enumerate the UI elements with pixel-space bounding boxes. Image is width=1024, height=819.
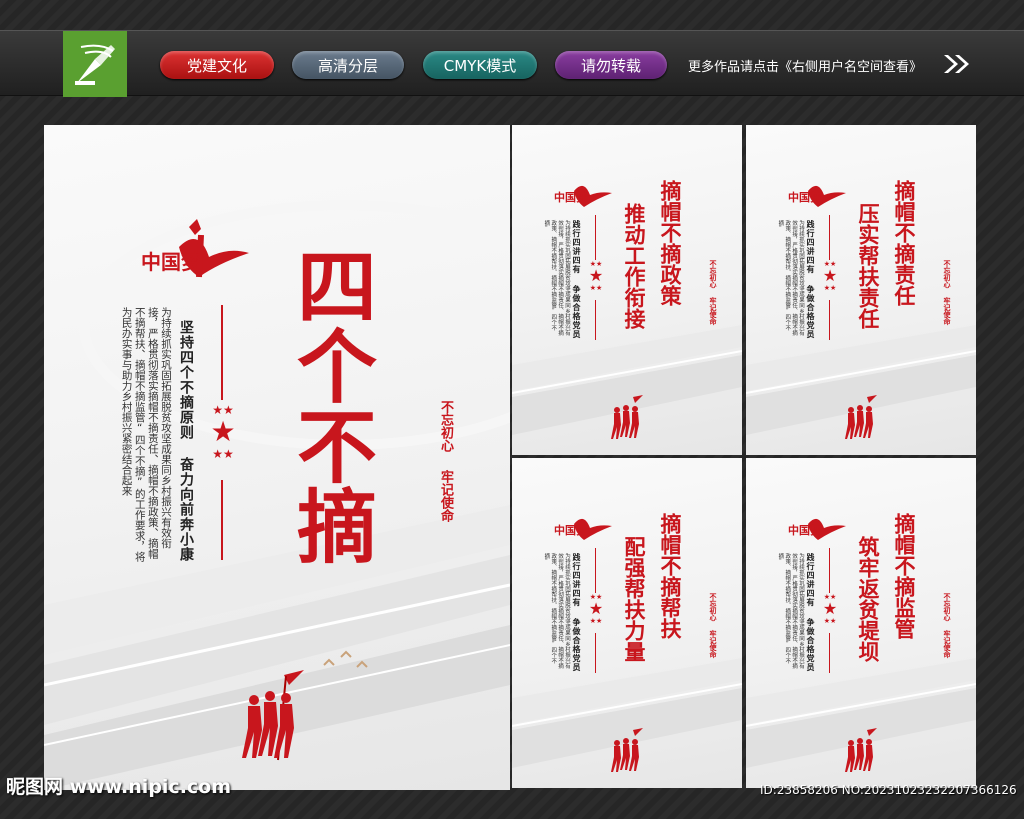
poster-slogan: 不忘初心 牢记使命 xyxy=(943,260,952,325)
marching-figures-illustration xyxy=(611,728,643,772)
china-dream-logo: 中国梦 xyxy=(554,185,612,207)
watermark-site: 昵图网 www.nipic.com xyxy=(6,776,232,798)
star-decoration: ★★ ★ ★★ xyxy=(822,260,838,292)
main-poster: 中国梦 坚持四个不摘原则 奋力向前奔小康 ★★ ★ ★★ 为持续抓实巩固拓展脱贫… xyxy=(44,125,510,790)
poster-title-right: 摘帽不摘帮扶 xyxy=(658,513,683,639)
poster-body-text: 为持续抓实巩固拓展脱贫攻坚成果同乡村振兴有效衔接，严格贯彻落实摘帽不摘责任、摘帽… xyxy=(777,553,804,669)
star-decoration: ★★ ★ ★★ xyxy=(588,593,604,625)
poster-subtitle: 践行四讲四有 争做合格党员 xyxy=(572,553,582,672)
tag-no-repost[interactable]: 请勿转载 xyxy=(555,51,667,79)
more-works-link[interactable]: 更多作品请点击《右侧用户名空间查看》 xyxy=(688,56,922,75)
poster-body-text: 为持续抓实巩固拓展脱贫攻坚成果同乡村振兴有效衔接，严格贯彻落实摘帽不摘责任、摘帽… xyxy=(543,220,570,336)
divider-line-bottom xyxy=(221,480,223,560)
divider-line xyxy=(829,300,830,340)
main-title: 四个不摘 xyxy=(284,245,378,565)
star-decoration: ★★ ★ ★★ xyxy=(208,403,238,461)
divider-line xyxy=(595,548,596,593)
star-decoration: ★★ ★ ★★ xyxy=(822,593,838,625)
star-decoration: ★★ ★ ★★ xyxy=(588,260,604,292)
tag-cmyk-mode[interactable]: CMYK模式 xyxy=(423,51,537,79)
svg-text:中国梦: 中国梦 xyxy=(788,190,822,204)
poster-title-left: 压实帮扶责任 xyxy=(856,203,881,329)
slogan-keep-mission: 牢记使命 xyxy=(438,470,453,522)
marching-figures-illustration xyxy=(611,395,643,439)
poster-title-left: 推动工作衔接 xyxy=(622,203,647,329)
svg-text:中国梦: 中国梦 xyxy=(554,190,588,204)
divider-line xyxy=(595,300,596,340)
pen-logo-icon xyxy=(63,31,127,97)
big-star-icon: ★ xyxy=(210,415,236,448)
poster-subtitle: 践行四讲四有 争做合格党员 xyxy=(572,220,582,339)
poster-title-left: 筑牢返贫堤坝 xyxy=(856,536,881,662)
divider-line xyxy=(829,548,830,593)
marching-figures-illustration xyxy=(845,728,877,772)
poster-subtitle: 践行四讲四有 争做合格党员 xyxy=(806,220,816,339)
poster-subtitle: 践行四讲四有 争做合格党员 xyxy=(806,553,816,672)
poster-slogan: 不忘初心 牢记使命 xyxy=(709,260,718,325)
china-dream-logo: 中国梦 xyxy=(788,185,846,207)
svg-text:中国梦: 中国梦 xyxy=(788,523,822,537)
divider-line xyxy=(595,215,596,260)
birds-illustration xyxy=(323,650,368,668)
poster-title-right: 摘帽不摘监管 xyxy=(892,513,917,639)
small-poster-2: 中国梦 ★★ ★ ★★ 践行四讲四有 争做合格党员 为持续抓实巩固拓展脱贫攻坚成果同… xyxy=(746,125,976,455)
small-poster-3: 中国梦 ★★ ★ ★★ 践行四讲四有 争做合格党员 为持续抓实巩固拓展脱贫攻坚成果同… xyxy=(512,458,742,788)
small-star-icon: ★★ xyxy=(212,447,234,461)
logo-text: 中国梦 xyxy=(141,250,202,274)
marching-figures-illustration xyxy=(845,395,877,439)
small-poster-1: 中国梦 ★★ ★ ★★ 践行四讲四有 争做合格党员 为持续抓实巩固拓展脱贫攻坚成果同… xyxy=(512,125,742,455)
china-dream-logo: 中国梦 xyxy=(141,219,249,278)
divider-line-top xyxy=(221,305,223,400)
poster-body-text: 为持续抓实巩固拓展脱贫攻坚成果同乡村振兴有效衔接，严格贯彻落实摘帽不摘责任、摘帽… xyxy=(777,220,804,336)
watermark-id: ID:23858206 NO:20231023232207366126 xyxy=(760,783,1017,797)
poster-slogan: 不忘初心 牢记使命 xyxy=(709,593,718,658)
divider-line xyxy=(595,633,596,673)
main-body-text: 为持续抓实巩固拓展脱贫攻坚成果同乡村振兴有效衔接，严格贯彻落实摘帽不摘责任、摘帽… xyxy=(120,307,172,562)
svg-text:中国梦: 中国梦 xyxy=(554,523,588,537)
poster-title-right: 摘帽不摘责任 xyxy=(892,180,917,306)
tag-hd-layers[interactable]: 高清分层 xyxy=(292,51,404,79)
poster-slogan: 不忘初心 牢记使命 xyxy=(943,593,952,658)
divider-line xyxy=(829,633,830,673)
poster-body-text: 为持续抓实巩固拓展脱贫攻坚成果同乡村振兴有效衔接，严格贯彻落实摘帽不摘责任、摘帽… xyxy=(543,553,570,669)
tag-party-culture[interactable]: 党建文化 xyxy=(160,51,274,79)
poster-title-right: 摘帽不摘政策 xyxy=(658,180,683,306)
china-dream-logo: 中国梦 xyxy=(554,518,612,540)
poster-title-left: 配强帮扶力量 xyxy=(622,536,647,662)
marching-figures-illustration xyxy=(242,670,304,761)
small-poster-4: 中国梦 ★★ ★ ★★ 践行四讲四有 争做合格党员 为持续抓实巩固拓展脱贫攻坚成果同… xyxy=(746,458,976,788)
divider-line xyxy=(829,215,830,260)
double-arrow-icon[interactable] xyxy=(942,53,972,75)
china-dream-logo: 中国梦 xyxy=(788,518,846,540)
slogan-never-forget: 不忘初心 xyxy=(438,400,453,452)
main-subtitle: 坚持四个不摘原则 奋力向前奔小康 xyxy=(178,320,194,562)
top-banner: 党建文化 高清分层 CMYK模式 请勿转载 更多作品请点击《右侧用户名空间查看》 xyxy=(0,30,1024,97)
